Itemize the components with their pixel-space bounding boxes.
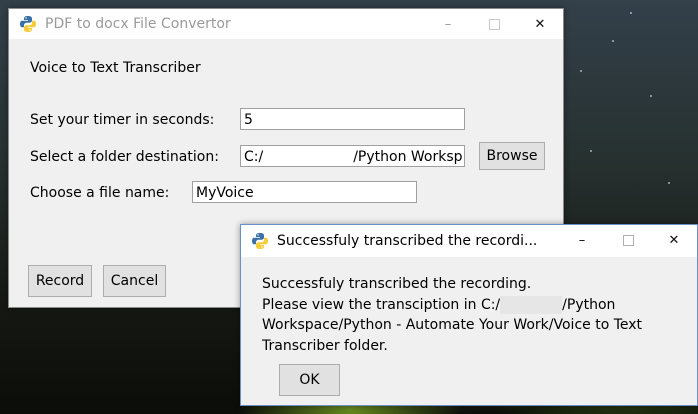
message-line-2-prefix: Please view the transciption in C:/ xyxy=(262,297,501,313)
python-icon xyxy=(20,16,36,32)
app-heading: Voice to Text Transcriber xyxy=(30,60,201,76)
dialog-minimize-button[interactable]: – xyxy=(559,225,605,255)
message-line-2-suffix: /Python xyxy=(562,297,616,313)
redacted-segment xyxy=(263,150,353,164)
ok-button[interactable]: OK xyxy=(279,364,340,396)
maximize-icon xyxy=(622,234,634,246)
dialog-titlebar[interactable]: Successfuly transcribed the recordi... –… xyxy=(241,225,697,257)
minimize-icon: – xyxy=(444,16,452,32)
folder-label: Select a folder destination: xyxy=(30,149,219,165)
maximize-button[interactable] xyxy=(471,9,517,39)
cancel-button[interactable]: Cancel xyxy=(103,265,166,297)
dialog-title: Successfuly transcribed the recordi... xyxy=(277,233,538,249)
folder-input[interactable]: C:/ /Python Worksp xyxy=(240,145,465,167)
filename-label: Choose a file name: xyxy=(30,185,170,201)
main-window-title: PDF to docx File Convertor xyxy=(45,16,231,32)
timer-input[interactable]: 5 xyxy=(240,108,465,130)
folder-value-suffix: /Python Worksp xyxy=(353,149,463,165)
close-button[interactable]: ✕ xyxy=(517,9,563,39)
close-icon: ✕ xyxy=(534,16,546,32)
record-button[interactable]: Record xyxy=(28,265,92,297)
dialog-message-line-4: Transcriber folder. xyxy=(262,338,388,354)
dialog-message-line-1: Successfuly transcribed the recording. xyxy=(262,276,532,292)
minimize-icon: – xyxy=(578,232,586,248)
dialog-close-button[interactable]: ✕ xyxy=(651,225,697,255)
close-icon: ✕ xyxy=(668,232,680,248)
filename-input[interactable]: MyVoice xyxy=(192,181,417,203)
dialog-maximize-button[interactable] xyxy=(605,225,651,255)
timer-label: Set your timer in seconds: xyxy=(30,112,215,128)
redacted-segment xyxy=(500,296,563,314)
main-window-titlebar[interactable]: PDF to docx File Convertor – ✕ xyxy=(9,9,563,39)
browse-button[interactable]: Browse xyxy=(479,142,545,170)
folder-value-prefix: C:/ xyxy=(244,149,264,165)
python-icon xyxy=(252,233,268,249)
maximize-icon xyxy=(488,18,500,30)
dialog-message-line-3: Workspace/Python - Automate Your Work/Vo… xyxy=(262,317,643,333)
success-dialog: Successfuly transcribed the recordi... –… xyxy=(240,224,698,406)
minimize-button[interactable]: – xyxy=(425,9,471,39)
dialog-message-line-2: Please view the transciption in C:/ /Pyth… xyxy=(262,296,615,314)
